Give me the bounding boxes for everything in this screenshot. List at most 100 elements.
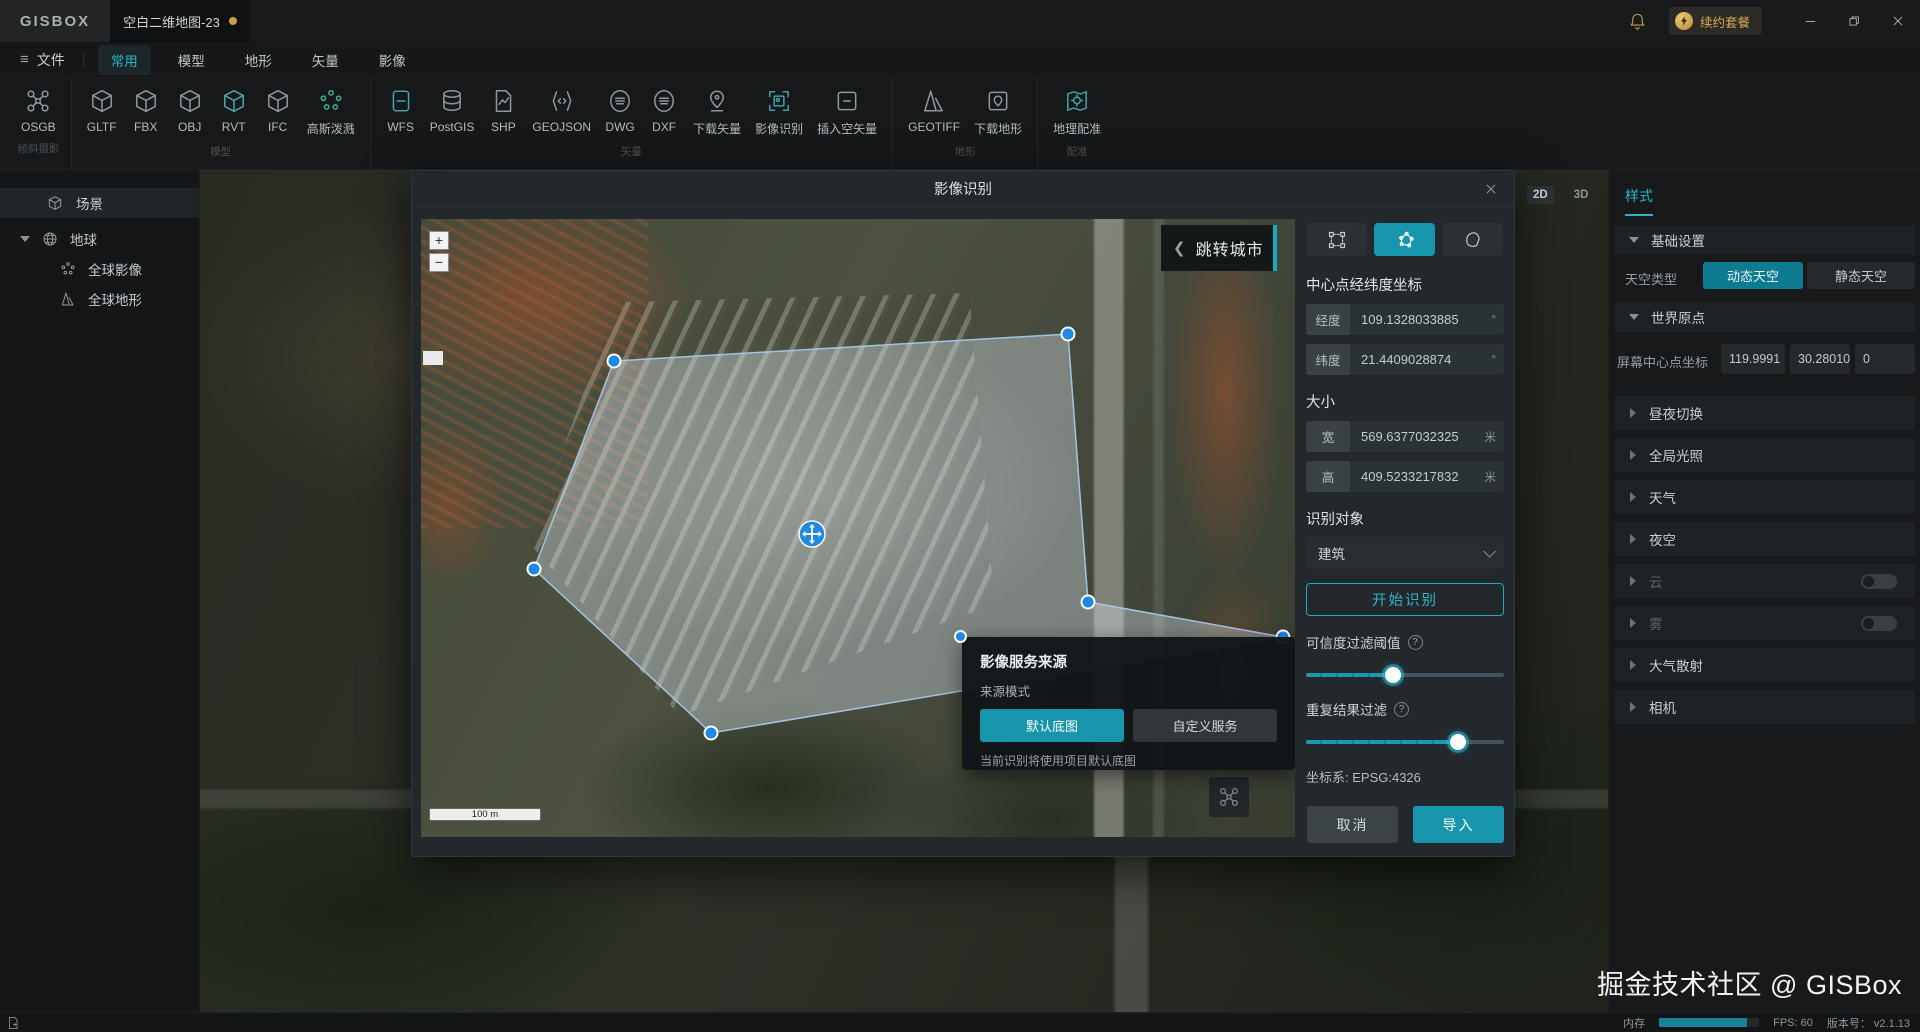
section-world-origin[interactable]: 世界原点: [1615, 302, 1915, 332]
tool-rvt[interactable]: RVT: [212, 86, 256, 139]
tool-osgb[interactable]: OSGB: [14, 86, 63, 136]
close-window-button[interactable]: [1876, 0, 1920, 42]
mountain-icon: [921, 88, 947, 114]
fog-toggle[interactable]: [1861, 616, 1897, 631]
dedupe-slider[interactable]: [1306, 734, 1504, 750]
polygon-vertex[interactable]: [703, 725, 719, 741]
panel-collapse-handle[interactable]: [423, 351, 443, 365]
tool-gaussian-splat[interactable]: 高斯泼溅: [300, 86, 362, 139]
tool-gltf[interactable]: GLTF: [80, 86, 124, 139]
mode-rectangle-button[interactable]: [1306, 223, 1367, 256]
tool-obj[interactable]: OBJ: [168, 86, 212, 139]
section-atmosphere[interactable]: 大气散射: [1615, 648, 1915, 682]
section-weather[interactable]: 天气: [1615, 480, 1915, 514]
modal-close-icon[interactable]: [1482, 180, 1500, 198]
tab-style[interactable]: 样式: [1625, 186, 1653, 216]
height-input[interactable]: 409.5233217832 米: [1350, 461, 1504, 492]
sky-static-button[interactable]: 静态天空: [1807, 262, 1915, 289]
file-menu[interactable]: ≡ 文件: [0, 42, 83, 78]
zoom-out-button[interactable]: −: [429, 253, 449, 272]
slider-thumb[interactable]: [1450, 734, 1467, 750]
section-day-night[interactable]: 昼夜切换: [1615, 396, 1915, 430]
ribbon-tab-common[interactable]: 常用: [97, 44, 151, 75]
section-cloud[interactable]: 云: [1615, 564, 1915, 598]
document-tab[interactable]: 空白二维地图-23: [110, 0, 250, 42]
cube-icon: [89, 88, 115, 114]
screen-center-z-input[interactable]: 0: [1855, 344, 1915, 374]
ribbon-tab-imagery[interactable]: 影像: [366, 45, 419, 75]
polygon-vertex[interactable]: [1060, 326, 1076, 342]
tool-georeference[interactable]: 地理配准: [1046, 86, 1108, 139]
screen-center-y-input[interactable]: 30.28010: [1790, 344, 1850, 374]
tool-ifc[interactable]: IFC: [256, 86, 300, 139]
jump-city-button[interactable]: ❮ 跳转城市: [1161, 225, 1277, 271]
drone-icon: [1218, 786, 1240, 808]
sky-dynamic-button[interactable]: 动态天空: [1703, 262, 1803, 289]
view-3d-button[interactable]: 3D: [1568, 186, 1595, 204]
target-select[interactable]: 建筑: [1306, 537, 1504, 569]
help-icon[interactable]: ?: [1394, 701, 1409, 717]
tool-fbx[interactable]: FBX: [124, 86, 168, 139]
notification-bell-icon[interactable]: [1628, 12, 1647, 31]
tool-imagery-recognition[interactable]: 影像识别: [748, 86, 810, 139]
polygon-vertex[interactable]: [1080, 594, 1096, 610]
tool-postgis[interactable]: PostGIS: [423, 86, 482, 139]
cloud-toggle[interactable]: [1861, 574, 1897, 589]
tool-shp[interactable]: SHP: [481, 86, 525, 139]
tool-download-vector[interactable]: 下载矢量: [686, 86, 748, 139]
section-night-sky[interactable]: 夜空: [1615, 522, 1915, 556]
section-fog[interactable]: 雾: [1615, 606, 1915, 640]
section-basic-settings[interactable]: 基础设置: [1615, 225, 1915, 255]
cube-icon: [221, 88, 247, 114]
expand-caret-icon[interactable]: [20, 236, 30, 242]
default-basemap-button[interactable]: 默认底图: [980, 709, 1124, 742]
ribbon-tab-model[interactable]: 模型: [165, 45, 218, 75]
sidebar-item-earth[interactable]: 地球: [0, 224, 199, 254]
sidebar-item-global-terrain[interactable]: 全球地形: [0, 284, 199, 314]
section-global-light[interactable]: 全局光照: [1615, 438, 1915, 472]
polygon-vertex[interactable]: [606, 353, 622, 369]
sidebar-item-scene[interactable]: 场景: [0, 188, 199, 218]
mode-polygon-button[interactable]: [1374, 223, 1435, 256]
caret-right-icon: [1630, 492, 1636, 502]
custom-service-button[interactable]: 自定义服务: [1133, 709, 1277, 742]
tool-dwg[interactable]: DWG: [598, 86, 642, 139]
section-label: 夜空: [1649, 533, 1676, 548]
latitude-input[interactable]: 21.4409028874 °: [1350, 344, 1504, 375]
tool-wfs[interactable]: WFS: [379, 86, 423, 139]
restore-button[interactable]: [1832, 0, 1876, 42]
section-label: 世界原点: [1651, 311, 1705, 326]
tool-geotiff[interactable]: GEOTIFF: [901, 86, 967, 139]
tool-label: IFC: [268, 120, 288, 134]
view-2d-button[interactable]: 2D: [1527, 186, 1554, 204]
tool-label: 插入空矢量: [817, 122, 878, 136]
tool-insert-empty-vector[interactable]: 插入空矢量: [810, 86, 884, 139]
width-input[interactable]: 569.6377032325 米: [1350, 421, 1504, 452]
import-button[interactable]: 导入: [1413, 806, 1504, 843]
tool-label: GEOJSON: [532, 120, 592, 134]
cancel-button[interactable]: 取消: [1307, 806, 1398, 843]
tool-dxf[interactable]: DXF: [642, 86, 686, 139]
start-recognition-button[interactable]: 开始识别: [1306, 583, 1504, 616]
sidebar-item-global-imagery[interactable]: 全球影像: [0, 254, 199, 284]
tool-download-terrain[interactable]: 下载地形: [967, 86, 1029, 139]
longitude-input[interactable]: 109.1328033885 °: [1350, 304, 1504, 335]
recognition-map[interactable]: + − ❮ 跳转城市 100 m 影像服务来源 来源模式 默认底图 自定义服务 …: [421, 219, 1295, 837]
confidence-slider[interactable]: [1306, 667, 1504, 683]
help-icon[interactable]: ?: [1407, 634, 1423, 650]
zoom-in-button[interactable]: +: [429, 231, 449, 250]
renew-plan-button[interactable]: 续约套餐: [1668, 7, 1762, 35]
ribbon-tab-vector[interactable]: 矢量: [299, 45, 352, 75]
ribbon-tab-terrain[interactable]: 地形: [232, 45, 285, 75]
minimize-button[interactable]: [1788, 0, 1832, 42]
screen-center-x-input[interactable]: 119.9991: [1721, 344, 1785, 374]
mode-freeform-button[interactable]: [1442, 223, 1503, 256]
slider-thumb[interactable]: [1385, 667, 1402, 683]
drone-layer-button[interactable]: [1209, 777, 1249, 817]
polygon-vertex[interactable]: [954, 630, 967, 643]
document-tab-title: 空白二维地图-23: [123, 14, 220, 30]
tool-geojson[interactable]: GEOJSON: [525, 86, 598, 139]
section-camera[interactable]: 相机: [1615, 690, 1915, 724]
new-file-icon[interactable]: [6, 1016, 20, 1030]
polygon-vertex[interactable]: [526, 561, 542, 577]
